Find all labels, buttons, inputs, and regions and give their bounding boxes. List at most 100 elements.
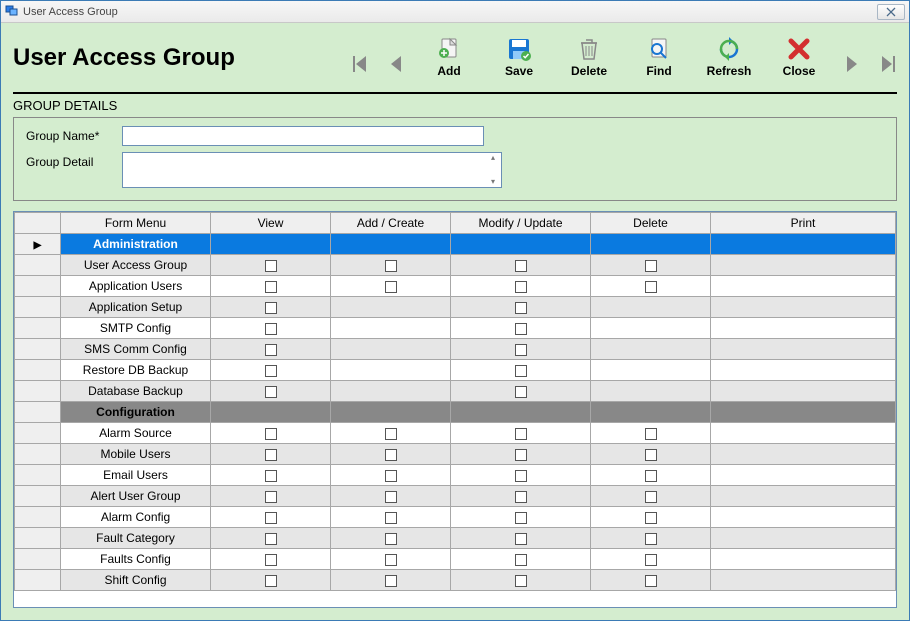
add-cell[interactable] — [331, 276, 451, 297]
checkbox[interactable] — [515, 365, 527, 377]
row-header[interactable]: ▶ — [15, 234, 61, 255]
print-cell[interactable] — [711, 360, 896, 381]
view-cell[interactable] — [211, 276, 331, 297]
checkbox[interactable] — [515, 554, 527, 566]
form-menu-cell[interactable]: Email Users — [61, 465, 211, 486]
checkbox[interactable] — [645, 533, 657, 545]
table-row[interactable]: Alarm Source — [15, 423, 896, 444]
checkbox[interactable] — [645, 449, 657, 461]
view-cell[interactable] — [211, 381, 331, 402]
add-cell[interactable] — [331, 423, 451, 444]
modify-cell[interactable] — [451, 423, 591, 444]
view-cell[interactable] — [211, 486, 331, 507]
find-button[interactable]: Find — [633, 37, 685, 78]
col-view[interactable]: View — [211, 213, 331, 234]
modify-cell[interactable] — [451, 486, 591, 507]
checkbox[interactable] — [515, 575, 527, 587]
add-cell[interactable] — [331, 339, 451, 360]
row-header[interactable] — [15, 444, 61, 465]
view-cell[interactable] — [211, 423, 331, 444]
checkbox[interactable] — [515, 491, 527, 503]
add-cell[interactable] — [331, 465, 451, 486]
last-record-button[interactable] — [879, 50, 897, 78]
row-header[interactable] — [15, 318, 61, 339]
form-menu-cell[interactable]: Alarm Config — [61, 507, 211, 528]
checkbox[interactable] — [385, 260, 397, 272]
checkbox[interactable] — [265, 281, 277, 293]
checkbox[interactable] — [645, 260, 657, 272]
view-cell[interactable] — [211, 255, 331, 276]
checkbox[interactable] — [515, 344, 527, 356]
view-cell[interactable] — [211, 507, 331, 528]
form-menu-cell[interactable]: Restore DB Backup — [61, 360, 211, 381]
delete-cell[interactable] — [591, 486, 711, 507]
checkbox[interactable] — [385, 281, 397, 293]
modify-cell[interactable] — [451, 444, 591, 465]
view-cell[interactable] — [211, 318, 331, 339]
view-cell[interactable] — [211, 444, 331, 465]
next-record-button[interactable] — [843, 50, 861, 78]
delete-cell[interactable] — [591, 297, 711, 318]
checkbox[interactable] — [515, 470, 527, 482]
first-record-button[interactable] — [351, 50, 369, 78]
table-row[interactable]: Mobile Users — [15, 444, 896, 465]
row-header[interactable] — [15, 465, 61, 486]
add-button[interactable]: Add — [423, 37, 475, 78]
form-menu-cell[interactable]: Application Users — [61, 276, 211, 297]
delete-cell[interactable] — [591, 570, 711, 591]
modify-cell[interactable] — [451, 318, 591, 339]
modify-cell[interactable] — [451, 549, 591, 570]
checkbox[interactable] — [645, 512, 657, 524]
checkbox[interactable] — [645, 575, 657, 587]
row-header[interactable] — [15, 402, 61, 423]
form-menu-cell[interactable]: Faults Config — [61, 549, 211, 570]
modify-cell[interactable] — [451, 465, 591, 486]
col-add[interactable]: Add / Create — [331, 213, 451, 234]
add-cell[interactable] — [331, 444, 451, 465]
delete-cell[interactable] — [591, 255, 711, 276]
delete-cell[interactable] — [591, 549, 711, 570]
delete-cell[interactable] — [591, 423, 711, 444]
row-header[interactable] — [15, 339, 61, 360]
checkbox[interactable] — [265, 260, 277, 272]
add-cell[interactable] — [331, 528, 451, 549]
view-cell[interactable] — [211, 339, 331, 360]
row-header[interactable] — [15, 255, 61, 276]
add-cell[interactable] — [331, 297, 451, 318]
checkbox[interactable] — [265, 575, 277, 587]
print-cell[interactable] — [711, 276, 896, 297]
row-header[interactable] — [15, 297, 61, 318]
checkbox[interactable] — [385, 470, 397, 482]
checkbox[interactable] — [265, 491, 277, 503]
group-name-input[interactable] — [122, 126, 484, 146]
modify-cell[interactable] — [451, 570, 591, 591]
prev-record-button[interactable] — [387, 50, 405, 78]
checkbox[interactable] — [515, 449, 527, 461]
checkbox[interactable] — [385, 428, 397, 440]
print-cell[interactable] — [711, 528, 896, 549]
checkbox[interactable] — [515, 281, 527, 293]
modify-cell[interactable] — [451, 360, 591, 381]
table-row[interactable]: Application Users — [15, 276, 896, 297]
form-menu-cell[interactable]: Alert User Group — [61, 486, 211, 507]
table-row[interactable]: Alert User Group — [15, 486, 896, 507]
modify-cell[interactable] — [451, 276, 591, 297]
checkbox[interactable] — [385, 449, 397, 461]
add-cell[interactable] — [331, 318, 451, 339]
modify-cell[interactable] — [451, 297, 591, 318]
delete-cell[interactable] — [591, 528, 711, 549]
table-row[interactable]: Configuration — [15, 402, 896, 423]
modify-cell[interactable] — [451, 339, 591, 360]
checkbox[interactable] — [265, 386, 277, 398]
form-menu-cell[interactable]: Shift Config — [61, 570, 211, 591]
checkbox[interactable] — [515, 302, 527, 314]
view-cell[interactable] — [211, 360, 331, 381]
modify-cell[interactable] — [451, 255, 591, 276]
delete-cell[interactable] — [591, 507, 711, 528]
print-cell[interactable] — [711, 465, 896, 486]
row-header[interactable] — [15, 423, 61, 444]
table-row[interactable]: Email Users — [15, 465, 896, 486]
table-row[interactable]: Fault Category — [15, 528, 896, 549]
add-cell[interactable] — [331, 255, 451, 276]
view-cell[interactable] — [211, 297, 331, 318]
